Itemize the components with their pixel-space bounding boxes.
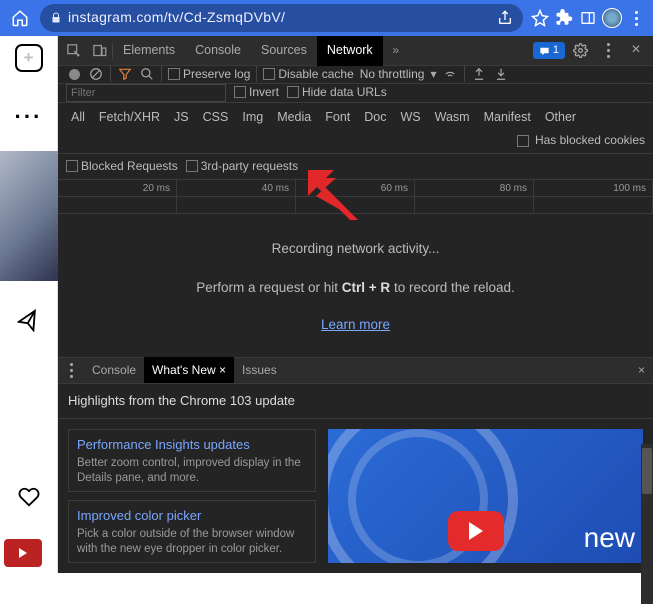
chrome-menu[interactable] (625, 7, 647, 29)
chrome-toolbar: instagram.com/tv/Cd-ZsmqDVbV/ (0, 0, 653, 36)
search-icon[interactable] (139, 66, 155, 82)
filter-doc[interactable]: Doc (359, 107, 391, 129)
drawer-tab-whats-new[interactable]: What's New × (144, 357, 234, 383)
tab-sources[interactable]: Sources (251, 36, 317, 66)
add-story-button[interactable]: + (15, 44, 43, 72)
whats-new-heading: Highlights from the Chrome 103 update (58, 384, 653, 419)
drawer-close-icon[interactable]: × (630, 362, 653, 379)
mini-video-thumbnail[interactable] (4, 539, 42, 567)
invert-checkbox[interactable]: Invert (234, 84, 279, 101)
tab-console[interactable]: Console (185, 36, 251, 66)
play-icon[interactable] (448, 511, 504, 551)
like-icon[interactable] (18, 486, 40, 513)
home-button[interactable] (6, 4, 34, 32)
profile-avatar[interactable] (601, 7, 623, 29)
device-toggle-icon[interactable] (86, 38, 112, 64)
filter-ws[interactable]: WS (395, 107, 425, 129)
filter-font[interactable]: Font (320, 107, 355, 129)
tab-elements[interactable]: Elements (113, 36, 185, 66)
wifi-icon[interactable] (442, 66, 458, 82)
whats-new-card[interactable]: Improved color picker Pick a color outsi… (68, 500, 316, 563)
star-icon[interactable] (529, 7, 551, 29)
tab-network[interactable]: Network (317, 36, 383, 66)
filter-manifest[interactable]: Manifest (479, 107, 536, 129)
recording-status: Recording network activity... (58, 240, 653, 259)
chevron-down-icon[interactable]: ▾ (430, 66, 436, 83)
filter-all[interactable]: All (66, 107, 90, 129)
preserve-log-checkbox[interactable]: Preserve log (168, 66, 250, 83)
filter-fetch[interactable]: Fetch/XHR (94, 107, 165, 129)
has-blocked-cookies-checkbox[interactable]: Has blocked cookies (517, 132, 645, 149)
more-tabs-icon[interactable]: » (383, 38, 409, 64)
waterfall-area (58, 197, 653, 214)
filter-icon[interactable] (117, 66, 133, 82)
share-icon[interactable] (497, 10, 513, 26)
disable-cache-checkbox[interactable]: Disable cache (263, 66, 353, 83)
download-icon[interactable] (493, 66, 509, 82)
gear-icon[interactable] (567, 38, 593, 64)
video-thumbnail[interactable] (0, 151, 58, 281)
scrollbar[interactable] (641, 444, 653, 604)
drawer-tab-issues[interactable]: Issues (234, 357, 285, 383)
devtools-menu-icon[interactable] (595, 38, 621, 64)
instagram-page-strip: + ··· (0, 36, 58, 573)
extensions-icon[interactable] (553, 7, 575, 29)
filter-media[interactable]: Media (272, 107, 316, 129)
blocked-requests-checkbox[interactable]: Blocked Requests (66, 158, 178, 175)
whats-new-video[interactable]: new (328, 429, 643, 563)
inspect-icon[interactable] (60, 38, 86, 64)
timeline-ruler: 20 ms40 ms60 ms80 ms100 ms (58, 180, 653, 197)
devtools-drawer: Console What's New × Issues × Highlights… (58, 357, 653, 573)
panel-icon[interactable] (577, 7, 599, 29)
url-bar[interactable]: instagram.com/tv/Cd-ZsmqDVbV/ (40, 4, 523, 32)
learn-more-link[interactable]: Learn more (58, 316, 653, 335)
clear-icon[interactable] (88, 66, 104, 82)
close-tab-icon[interactable]: × (219, 362, 226, 379)
filter-js[interactable]: JS (169, 107, 194, 129)
filter-input[interactable] (66, 84, 226, 102)
throttling-select[interactable]: No throttling (360, 66, 425, 83)
filter-wasm[interactable]: Wasm (430, 107, 475, 129)
upload-icon[interactable] (471, 66, 487, 82)
drawer-menu-icon[interactable] (58, 357, 84, 383)
url-text: instagram.com/tv/Cd-ZsmqDVbV/ (68, 8, 491, 28)
filter-css[interactable]: CSS (198, 107, 234, 129)
recording-hint: Perform a request or hit Ctrl + R to rec… (58, 279, 653, 298)
hide-data-urls-checkbox[interactable]: Hide data URLs (287, 84, 387, 101)
third-party-checkbox[interactable]: 3rd-party requests (186, 158, 298, 175)
share-icon[interactable] (14, 308, 42, 340)
filter-img[interactable]: Img (237, 107, 268, 129)
lock-icon (50, 12, 62, 24)
drawer-tab-console[interactable]: Console (84, 357, 144, 383)
filter-other[interactable]: Other (540, 107, 581, 129)
more-icon[interactable]: ··· (15, 102, 43, 133)
feedback-badge[interactable]: 1 (533, 42, 565, 59)
whats-new-card[interactable]: Performance Insights updates Better zoom… (68, 429, 316, 492)
record-button[interactable] (66, 66, 82, 82)
devtools-panel: Elements Console Sources Network » 1 × (58, 36, 653, 573)
close-icon[interactable]: × (623, 38, 649, 64)
